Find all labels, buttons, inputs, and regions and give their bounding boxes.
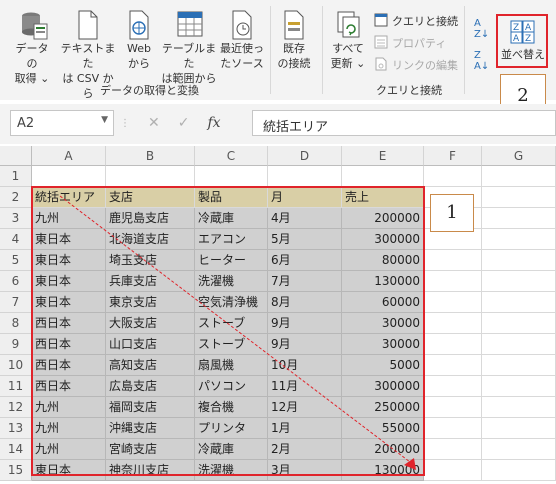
selection-drag-arrow xyxy=(59,195,416,470)
callout-1: 1 xyxy=(430,194,474,232)
